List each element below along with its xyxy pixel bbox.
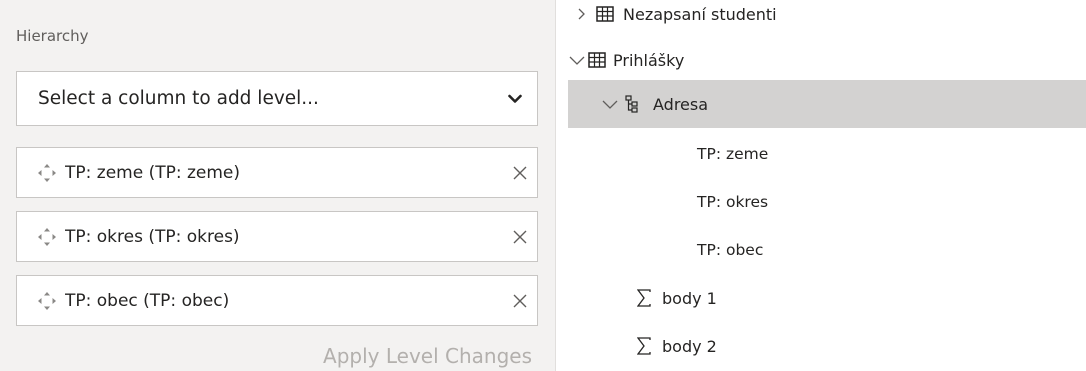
- tree-item-tp-zeme[interactable]: TP: zeme: [556, 130, 1086, 178]
- close-icon[interactable]: [509, 290, 531, 312]
- hierarchy-panel: Hierarchy Select a column to add level..…: [0, 0, 555, 371]
- tree-item-body-2[interactable]: body 2: [556, 322, 1086, 370]
- tree-item-label: Nezapsaní studenti: [623, 4, 777, 24]
- chevron-right-icon[interactable]: [575, 8, 587, 20]
- tree-item-nezapsani-studenti[interactable]: Nezapsaní studenti: [556, 0, 1086, 38]
- close-icon[interactable]: [509, 226, 531, 248]
- tree-item-label: TP: okres: [697, 193, 769, 211]
- move-icon[interactable]: [37, 163, 57, 183]
- chevron-down-icon[interactable]: [569, 55, 585, 65]
- hierarchy-level-2[interactable]: TP: okres (TP: okres): [16, 211, 538, 262]
- tree-item-label: TP: zeme: [697, 145, 769, 163]
- chevron-down-icon: [507, 91, 523, 107]
- table-icon: [595, 6, 615, 22]
- tree-item-tp-okres[interactable]: TP: okres: [556, 178, 1086, 226]
- hierarchy-level-3[interactable]: TP: obec (TP: obec): [16, 275, 538, 326]
- table-icon: [587, 52, 607, 68]
- tree-item-prihlasky[interactable]: Prihlášky: [556, 36, 1086, 84]
- add-level-select-text: Select a column to add level...: [38, 88, 319, 109]
- hierarchy-level-label: TP: zeme (TP: zeme): [65, 162, 241, 183]
- tree-item-label: TP: obec: [697, 241, 764, 259]
- fields-tree: Nezapsaní studenti Prihlášky Adresa TP: …: [556, 0, 1086, 371]
- tree-item-label: Prihlášky: [613, 50, 685, 70]
- tree-item-label: body 1: [662, 288, 717, 308]
- tree-item-adresa[interactable]: Adresa: [568, 80, 1086, 128]
- chevron-down-icon[interactable]: [602, 99, 618, 109]
- hierarchy-label: Hierarchy: [16, 27, 89, 45]
- hierarchy-icon: [624, 95, 640, 113]
- tree-item-label: body 2: [662, 336, 717, 356]
- tree-item-label: Adresa: [653, 94, 709, 114]
- hierarchy-level-label: TP: okres (TP: okres): [65, 226, 240, 247]
- hierarchy-level-1[interactable]: TP: zeme (TP: zeme): [16, 147, 538, 198]
- move-icon[interactable]: [37, 227, 57, 247]
- add-level-select[interactable]: Select a column to add level...: [16, 71, 538, 126]
- close-icon[interactable]: [509, 162, 531, 184]
- tree-item-body-1[interactable]: body 1: [556, 274, 1086, 322]
- sigma-icon: [636, 289, 652, 307]
- apply-level-changes-button[interactable]: Apply Level Changes: [240, 344, 532, 368]
- move-icon[interactable]: [37, 291, 57, 311]
- hierarchy-level-label: TP: obec (TP: obec): [65, 290, 230, 311]
- sigma-icon: [636, 337, 652, 355]
- tree-item-tp-obec[interactable]: TP: obec: [556, 226, 1086, 274]
